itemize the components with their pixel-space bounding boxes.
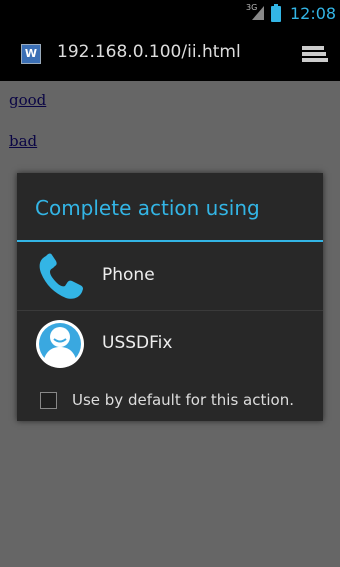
browser-url-bar[interactable]: W 192.168.0.100/ii.html — [0, 26, 340, 81]
option-label: USSDFix — [102, 333, 173, 353]
battery-icon — [271, 4, 281, 22]
favicon-icon: W — [21, 44, 41, 64]
use-default-label[interactable]: Use by default for this action. — [72, 391, 294, 409]
url-text[interactable]: 192.168.0.100/ii.html — [57, 42, 241, 62]
status-bar: 3G 12:08 — [0, 0, 340, 26]
use-default-checkbox[interactable] — [40, 392, 57, 409]
option-label: Phone — [102, 265, 155, 285]
signal-icon — [252, 6, 264, 20]
option-ussdfix[interactable]: USSDFix — [17, 311, 323, 378]
tabs-icon[interactable] — [300, 43, 328, 65]
phone-icon — [39, 253, 83, 299]
title-divider — [17, 240, 323, 242]
dialog-title: Complete action using — [35, 196, 260, 220]
ussdfix-app-icon — [36, 320, 84, 368]
status-clock: 12:08 — [290, 4, 337, 23]
chooser-dialog: Complete action using Phone USSDFix Use … — [17, 173, 323, 421]
option-phone[interactable]: Phone — [17, 243, 323, 310]
